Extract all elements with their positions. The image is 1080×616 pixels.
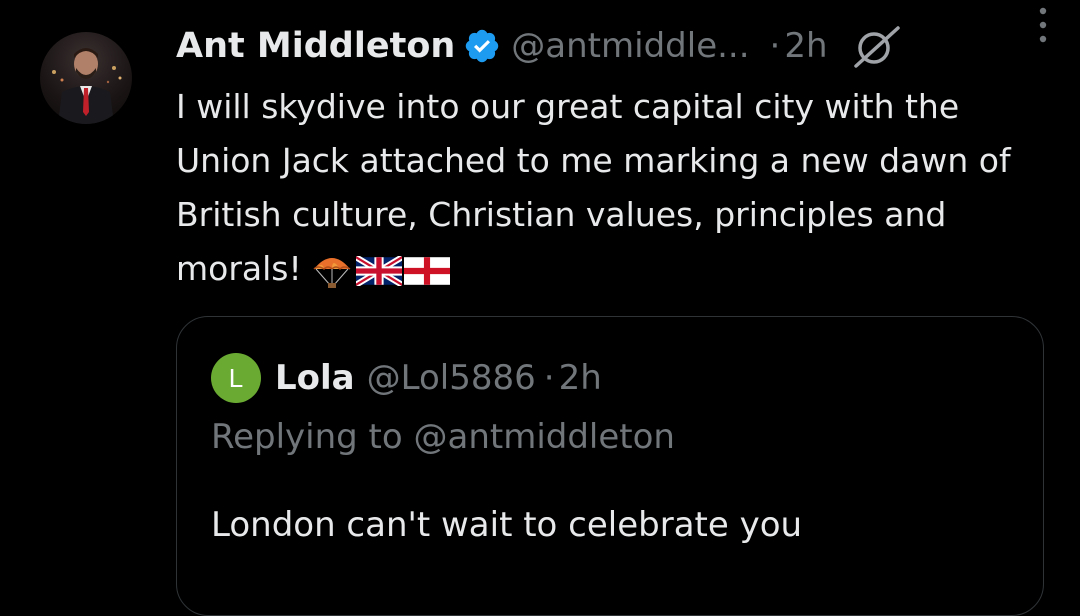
tweet-body: I will skydive into our great capital ci… — [176, 87, 1011, 288]
more-options-icon[interactable] — [1036, 6, 1050, 44]
quoted-author-avatar[interactable]: L — [211, 353, 261, 403]
tweet-timestamp[interactable]: 2h — [784, 26, 827, 66]
quoted-author-handle[interactable]: @Lol5886 — [367, 358, 536, 398]
separator-dot: · — [769, 26, 781, 66]
quoted-tweet-header: L Lola @Lol5886 · 2h — [211, 353, 602, 403]
tweet-text: I will skydive into our great capital ci… — [176, 80, 1056, 296]
author-handle[interactable]: @antmiddle... — [511, 26, 749, 66]
quoted-separator-dot: · — [543, 358, 555, 398]
quoted-tweet[interactable]: L Lola @Lol5886 · 2h Replying to @antmid… — [176, 316, 1044, 616]
grok-icon[interactable] — [850, 24, 904, 68]
england-flag-icon — [403, 256, 450, 285]
quoted-tweet-timestamp[interactable]: 2h — [559, 358, 602, 398]
replying-to-label[interactable]: Replying to @antmiddleton — [211, 417, 675, 457]
quoted-tweet-text: London can't wait to celebrate you — [211, 505, 803, 545]
uk-flag-icon — [355, 255, 402, 286]
author-name[interactable]: Ant Middleton — [176, 26, 455, 66]
verified-badge-icon[interactable] — [463, 27, 501, 65]
author-avatar[interactable] — [40, 32, 132, 124]
emoji-group — [310, 253, 450, 289]
tweet-header: Ant Middleton @antmiddle... · 2h — [176, 22, 1056, 70]
parachute-icon — [313, 257, 351, 288]
avatar-photo-icon — [52, 48, 122, 124]
quoted-author-name[interactable]: Lola — [275, 358, 355, 398]
